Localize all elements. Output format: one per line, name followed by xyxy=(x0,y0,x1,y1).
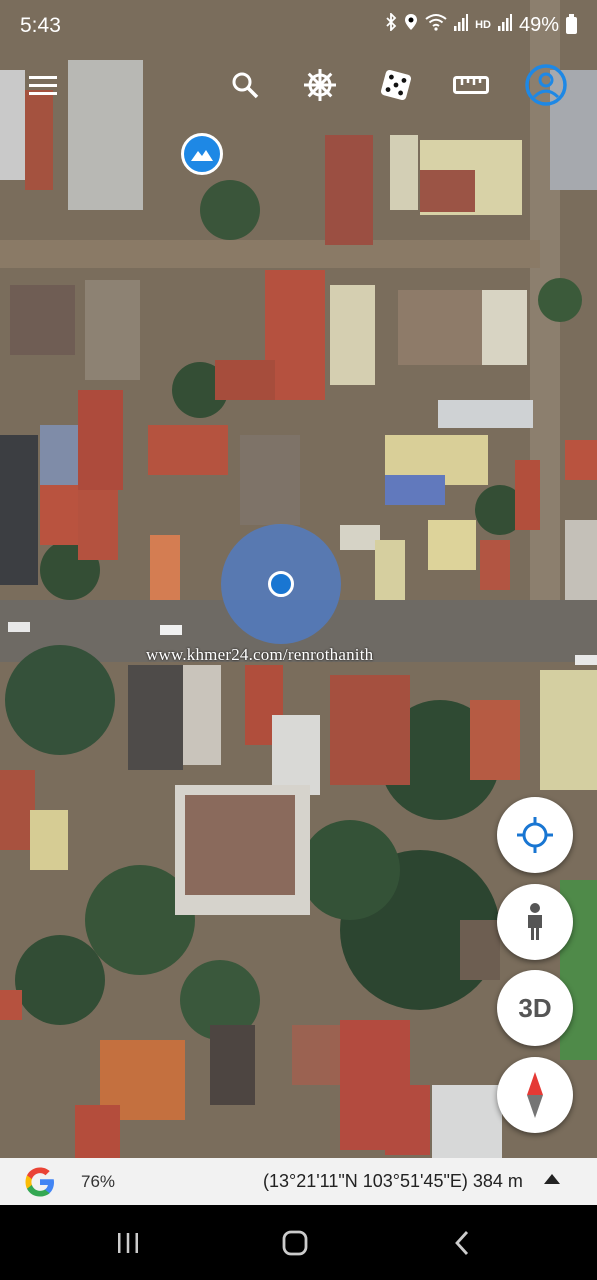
menu-icon xyxy=(29,76,57,95)
signal-icon xyxy=(454,13,469,37)
back-icon xyxy=(455,1231,469,1255)
home-icon xyxy=(282,1230,308,1256)
watermark-text: www.khmer24.com/renrothanith xyxy=(146,645,374,664)
street-view-button[interactable] xyxy=(497,884,573,960)
coordinates-readout: (13°21'11"N 103°51'45"E) 384 m xyxy=(263,1171,523,1191)
back-button[interactable] xyxy=(437,1221,487,1265)
status-time: 5:43 xyxy=(20,14,61,37)
compass-button[interactable] xyxy=(497,1057,573,1133)
zoom-level: 76% xyxy=(81,1172,116,1191)
3d-toggle-button[interactable]: 3D xyxy=(497,970,573,1046)
3d-label: 3D xyxy=(518,992,552,1023)
photos-button[interactable] xyxy=(181,133,223,175)
status-bar: 5:43 HD 49% xyxy=(0,0,597,52)
wifi-icon xyxy=(425,13,447,37)
crosshair-icon xyxy=(517,817,553,853)
home-button[interactable] xyxy=(270,1221,320,1265)
compass-icon xyxy=(527,1072,543,1118)
pegman-icon xyxy=(528,903,542,940)
account-button[interactable] xyxy=(523,62,569,108)
google-g-logo xyxy=(25,1167,54,1197)
bluetooth-icon xyxy=(385,11,397,37)
recents-icon xyxy=(118,1233,138,1253)
recents-button[interactable] xyxy=(103,1221,153,1265)
menu-button[interactable] xyxy=(20,62,66,108)
search-icon xyxy=(232,72,259,99)
hd-label: HD xyxy=(475,19,491,31)
current-location-dot xyxy=(268,571,294,597)
feeling-lucky-dice-icon xyxy=(380,69,412,101)
voyager-ship-wheel-icon xyxy=(304,69,336,101)
system-nav-bar xyxy=(0,1205,597,1280)
measure-ruler-icon xyxy=(453,76,489,94)
mountain-photo-icon xyxy=(191,150,213,161)
signal-icon xyxy=(497,13,512,37)
account-icon xyxy=(525,64,567,106)
voyager-button[interactable] xyxy=(297,62,343,108)
location-pin-icon xyxy=(404,13,418,37)
feeling-lucky-button[interactable] xyxy=(373,62,419,108)
expand-up-icon[interactable] xyxy=(544,1174,560,1184)
status-icons: HD 49% xyxy=(385,11,577,37)
bottom-info-bar: 76% (13°21'11"N 103°51'45"E) 384 m xyxy=(0,1158,597,1205)
battery-percent: 49% xyxy=(518,13,559,36)
search-button[interactable] xyxy=(222,62,268,108)
my-location-button[interactable] xyxy=(497,797,573,873)
measure-button[interactable] xyxy=(448,62,494,108)
battery-icon xyxy=(566,13,577,34)
